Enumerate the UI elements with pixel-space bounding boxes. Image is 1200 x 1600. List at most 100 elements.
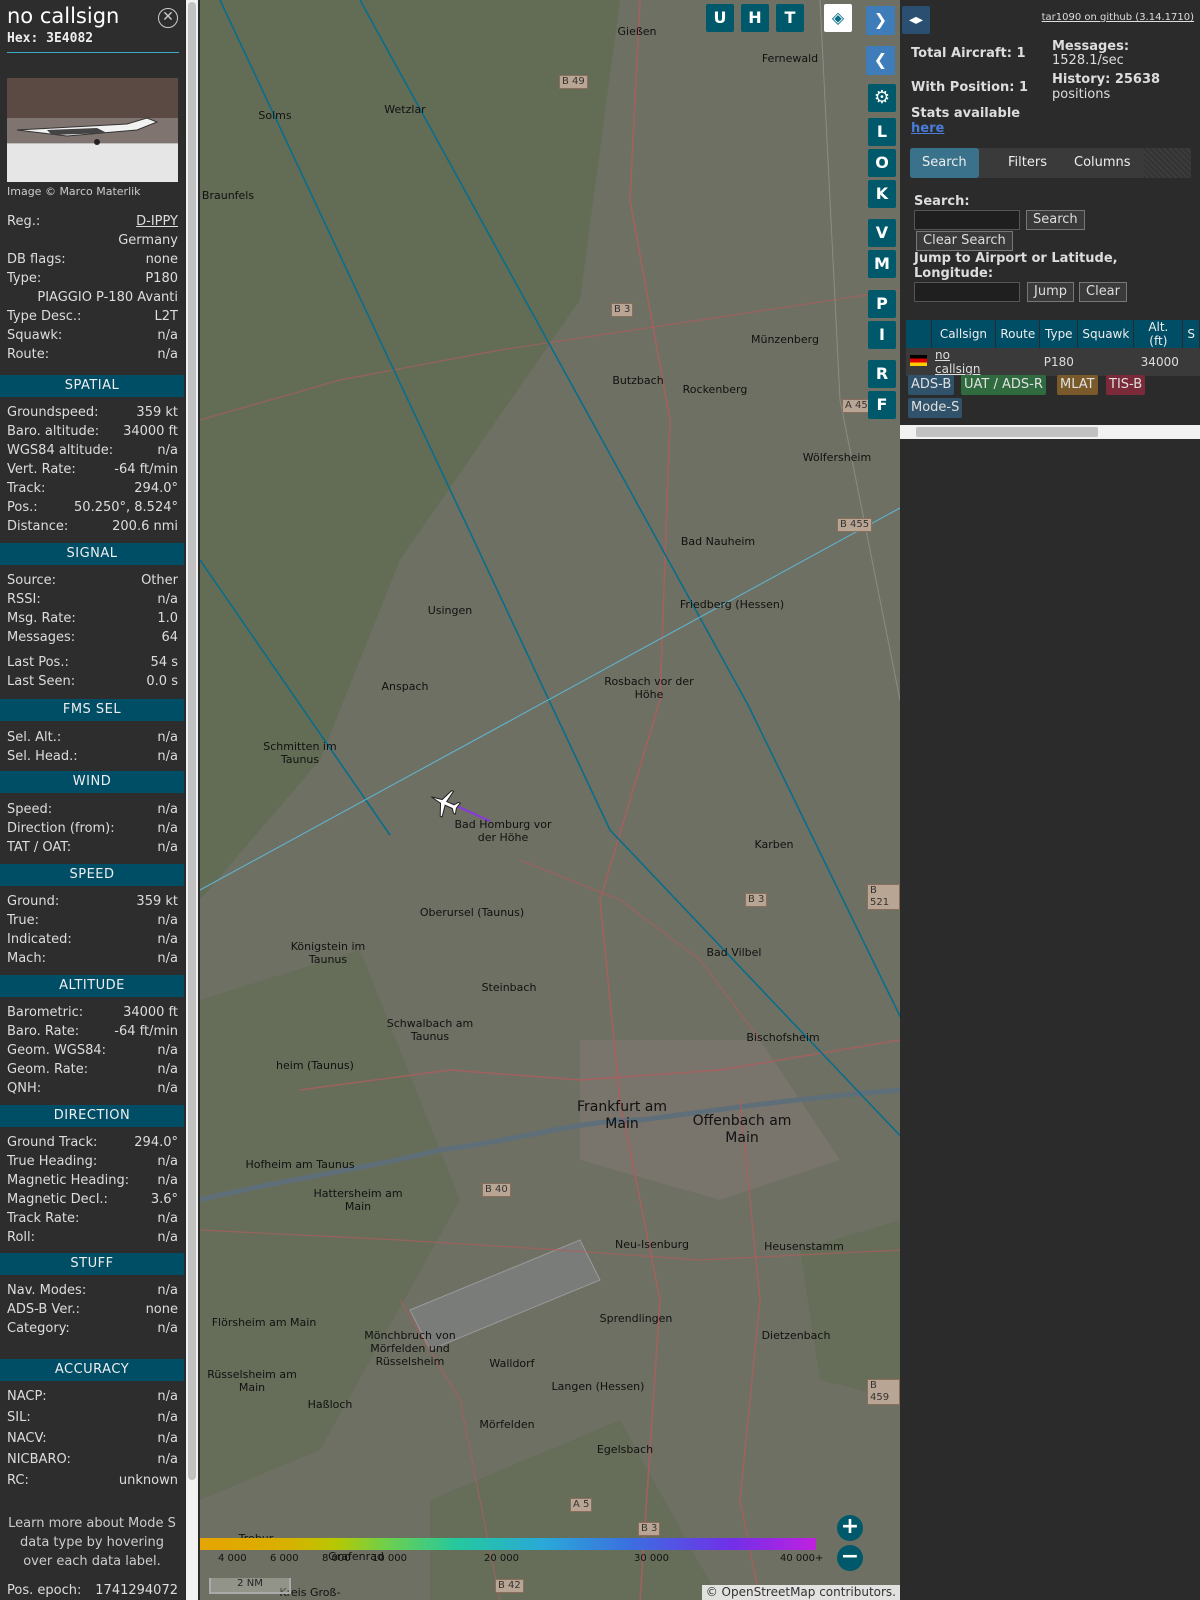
altitude-row: Geom. Rate: n/a: [7, 1061, 178, 1079]
place-label: Schmitten im Taunus: [263, 740, 337, 766]
general-row: Germany: [7, 232, 178, 250]
column-header[interactable]: [906, 320, 932, 348]
place-label: heim (Taunus): [276, 1059, 354, 1072]
table-row[interactable]: no callsign P180 34000: [906, 348, 1200, 376]
column-header[interactable]: Squawk: [1077, 320, 1135, 348]
map-button-i[interactable]: I: [868, 321, 896, 349]
column-header[interactable]: Type: [1039, 320, 1079, 348]
search-button[interactable]: Search: [1026, 210, 1085, 230]
signal-section-header[interactable]: SIGNAL: [0, 543, 184, 565]
road-label: B 3: [745, 893, 768, 907]
row-value: n/a: [157, 1154, 178, 1169]
row-label: NACP:: [7, 1389, 47, 1404]
row-value[interactable]: D-IPPY: [136, 213, 178, 231]
horizontal-scrollbar-thumb[interactable]: [916, 427, 1098, 437]
row-label: NACV:: [7, 1431, 47, 1446]
expand-arrows-icon[interactable]: ◂▸: [902, 6, 930, 34]
wind-section-header[interactable]: WIND: [0, 771, 184, 793]
aircraft-photo[interactable]: [7, 78, 178, 182]
map-attribution[interactable]: © OpenStreetMap contributors.: [701, 1585, 900, 1600]
layers-icon[interactable]: ◈: [824, 4, 852, 32]
row-label: Speed:: [7, 802, 53, 817]
map-button-v[interactable]: V: [868, 219, 896, 247]
tab-columns[interactable]: Columns: [1062, 148, 1143, 178]
column-header[interactable]: Alt. (ft): [1133, 320, 1184, 348]
map-button-u[interactable]: U: [706, 4, 734, 32]
row-value: n/a: [157, 1230, 178, 1245]
map-button-l[interactable]: L: [868, 118, 896, 146]
row-label: Category:: [7, 1321, 70, 1336]
map-button-r[interactable]: R: [868, 360, 896, 388]
column-header[interactable]: Callsign: [931, 320, 997, 348]
clear-search-button[interactable]: Clear Search: [916, 231, 1013, 251]
with-position: With Position: 1: [911, 80, 1029, 95]
altitude-row: Baro. Rate: -64 ft/min: [7, 1023, 178, 1041]
accuracy-row: SIL: n/a: [7, 1409, 178, 1427]
hex-code: Hex: 3E4082: [7, 31, 94, 46]
map-button-t[interactable]: T: [776, 4, 804, 32]
map-button-o[interactable]: O: [868, 149, 896, 177]
close-icon[interactable]: ✕: [158, 8, 178, 28]
tab-search[interactable]: Search: [910, 148, 979, 178]
cell-altitude: 34000: [1133, 348, 1183, 376]
row-value: n/a: [157, 1211, 178, 1226]
fms-row: Sel. Alt.: n/a: [7, 729, 178, 747]
map-view[interactable]: Solms Wetzlar Gießen Braunfels Fernewald Butz…: [200, 0, 900, 1600]
altitude-section-header[interactable]: ALTITUDE: [0, 975, 184, 997]
map-button-m[interactable]: M: [868, 250, 896, 278]
stuff-row: Nav. Modes: n/a: [7, 1282, 178, 1300]
general-row: PIAGGIO P-180 Avanti: [7, 289, 178, 307]
column-header[interactable]: S: [1182, 320, 1200, 348]
place-label: Hofheim am Taunus: [245, 1158, 355, 1171]
row-value: 294.0°: [134, 1135, 178, 1150]
zoom-out-button[interactable]: −: [837, 1545, 863, 1571]
row-value: 200.6 nmi: [112, 519, 178, 534]
github-link[interactable]: tar1090 on github (3.14.1710): [1042, 12, 1194, 23]
zoom-in-button[interactable]: +: [837, 1515, 863, 1541]
speed-row: Indicated: n/a: [7, 931, 178, 949]
road-label: B 49: [559, 75, 588, 89]
chevron-left-icon[interactable]: ❮: [866, 46, 895, 75]
speed-row: Mach: n/a: [7, 950, 178, 968]
altitude-color-legend: [200, 1538, 816, 1550]
row-value: n/a: [157, 347, 178, 362]
row-value: P180: [145, 271, 178, 286]
row-value: 54 s: [150, 655, 178, 670]
row-value: -64 ft/min: [114, 1024, 178, 1039]
clear-button[interactable]: Clear: [1079, 282, 1127, 302]
tab-filters[interactable]: Filters: [996, 148, 1059, 178]
jump-button[interactable]: Jump: [1027, 282, 1074, 302]
spatial-row: Vert. Rate: -64 ft/min: [7, 461, 178, 479]
legend-tick: 20 000: [484, 1553, 519, 1564]
map-button-f[interactable]: F: [868, 391, 896, 419]
aircraft-icon[interactable]: [428, 786, 462, 820]
settings-gear-icon[interactable]: ⚙: [868, 84, 896, 112]
place-label: Bad Nauheim: [680, 535, 756, 548]
spatial-section-header[interactable]: SPATIAL: [0, 375, 184, 397]
place-label: Mörfelden: [479, 1418, 535, 1431]
search-input[interactable]: [914, 210, 1020, 230]
spatial-row: Pos.: 50.250°, 8.524°: [7, 499, 178, 517]
stats-link[interactable]: here: [911, 121, 944, 136]
altitude-row: QNH: n/a: [7, 1080, 178, 1098]
jump-input[interactable]: [914, 282, 1020, 302]
road-label: B 459: [867, 1379, 900, 1405]
direction-section-header[interactable]: DIRECTION: [0, 1105, 184, 1127]
place-label: Gießen: [617, 25, 657, 38]
place-label: Heusenstamm: [764, 1240, 844, 1253]
map-button-k[interactable]: K: [868, 180, 896, 208]
column-header[interactable]: Route: [995, 320, 1041, 348]
scrollbar-thumb[interactable]: [188, 2, 196, 1480]
map-button-h[interactable]: H: [741, 4, 769, 32]
spatial-row: WGS84 altitude: n/a: [7, 442, 178, 460]
row-label: RSSI:: [7, 592, 41, 607]
fms-section-header[interactable]: FMS SEL: [0, 699, 184, 721]
speed-section-header[interactable]: SPEED: [0, 864, 184, 886]
row-value: n/a: [157, 443, 178, 458]
map-button-p[interactable]: P: [868, 290, 896, 318]
stuff-section-header[interactable]: STUFF: [0, 1253, 184, 1275]
accuracy-section-header[interactable]: ACCURACY: [0, 1359, 184, 1381]
chevron-right-icon[interactable]: ❯: [866, 6, 895, 35]
cell-callsign[interactable]: no callsign: [931, 348, 996, 376]
row-value: 50.250°, 8.524°: [74, 500, 178, 515]
